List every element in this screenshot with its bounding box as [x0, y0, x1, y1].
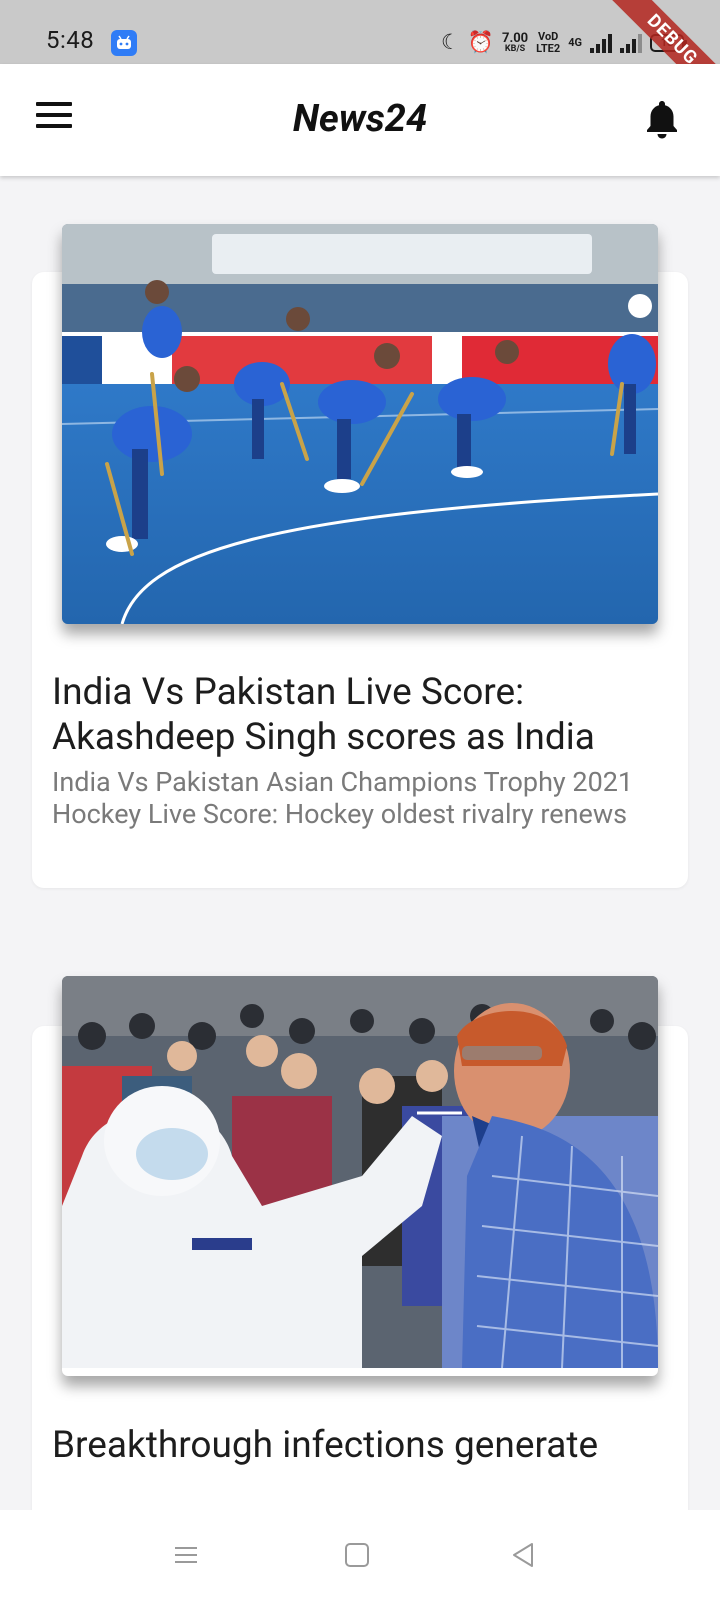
moon-icon: ☾ — [441, 31, 460, 55]
article-image[interactable] — [62, 976, 658, 1376]
volte-bottom: LTE2 — [536, 42, 561, 55]
app-title: News24 — [292, 97, 428, 141]
alarm-icon: ⏰ — [467, 31, 494, 55]
app-notification-icon — [111, 30, 137, 56]
home-icon[interactable] — [342, 1540, 372, 1570]
status-bar: 5:48 ☾ ⏰ 7.00 KB/S VoD LTE2 4G 18 — [0, 0, 720, 64]
network-type: 4G — [568, 36, 582, 49]
bell-icon[interactable] — [644, 98, 680, 140]
status-icons: ☾ ⏰ 7.00 KB/S VoD LTE2 4G 18 — [441, 28, 687, 58]
app-screen: 5:48 ☾ ⏰ 7.00 KB/S VoD LTE2 4G 18 DEBUG … — [0, 0, 720, 1600]
article-image[interactable] — [62, 224, 658, 624]
app-bar: News24 — [0, 64, 720, 176]
signal-icon — [590, 33, 612, 53]
status-time: 5:48 — [46, 26, 95, 54]
article-title[interactable]: India Vs Pakistan Live Score: Akashdeep … — [52, 670, 672, 760]
system-navigation-bar — [0, 1510, 720, 1600]
article-title-continuation — [52, 1468, 672, 1513]
recents-icon[interactable] — [171, 1540, 201, 1570]
back-icon[interactable] — [508, 1540, 538, 1570]
battery-icon: 18 — [650, 34, 687, 52]
article-title[interactable]: Breakthrough infections generate — [52, 1423, 672, 1468]
article-description: India Vs Pakistan Asian Champions Trophy… — [52, 766, 634, 830]
network-speed: 7.00 KB/S — [502, 32, 528, 54]
volte-indicator: VoD LTE2 — [536, 31, 560, 55]
signal-icon-2 — [620, 33, 642, 53]
network-speed-unit: KB/S — [504, 44, 526, 54]
